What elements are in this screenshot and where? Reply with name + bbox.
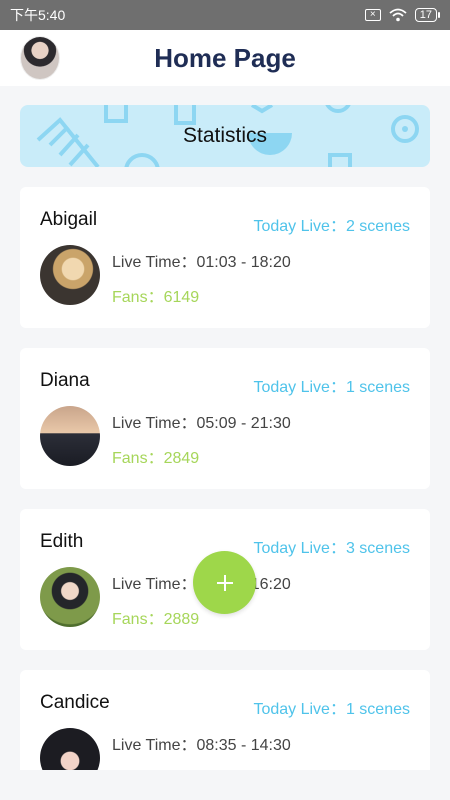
today-live-count: Today Live：1 scenes	[253, 379, 410, 396]
battery-icon: 17	[414, 8, 440, 22]
today-live-count: Today Live：1 scenes	[253, 701, 410, 718]
content[interactable]: Statistics Abigail Today Live：2 scenes L…	[20, 105, 430, 770]
add-button[interactable]	[193, 551, 256, 614]
live-time: Live Time：08:35 - 14:30	[112, 737, 291, 754]
status-bar: 下午5:40 × 17	[0, 0, 450, 30]
plus-icon	[216, 574, 233, 591]
profile-avatar[interactable]	[20, 36, 60, 80]
sim-off-icon: ×	[364, 9, 381, 21]
fans-count: Fans：2889	[112, 611, 200, 628]
status-time: 下午5:40	[10, 7, 66, 23]
fans-count: Fans：6149	[112, 289, 200, 306]
app-header: Home Page	[0, 30, 450, 86]
page-title: Home Page	[154, 42, 296, 73]
streamer-name: Candice	[40, 692, 110, 713]
streamer-card[interactable]: Diana Today Live：1 scenes Live Time：05:0…	[20, 348, 430, 489]
streamer-avatar	[40, 728, 100, 770]
statistics-banner[interactable]: Statistics	[20, 105, 430, 167]
battery-level: 17	[419, 8, 432, 21]
streamer-avatar	[40, 406, 100, 466]
streamer-card[interactable]: Abigail Today Live：2 scenes Live Time：01…	[20, 187, 430, 328]
live-time: Live Time：01:03 - 18:20	[112, 254, 291, 271]
streamer-avatar	[40, 245, 100, 305]
status-icons: × 17	[364, 8, 440, 22]
streamer-name: Edith	[40, 531, 84, 552]
today-live-count: Today Live：2 scenes	[253, 218, 410, 235]
streamer-name: Abigail	[40, 209, 98, 230]
streamer-card[interactable]: Candice Today Live：1 scenes Live Time：08…	[20, 670, 430, 770]
today-live-count: Today Live：3 scenes	[253, 540, 410, 557]
statistics-label: Statistics	[182, 124, 268, 147]
wifi-icon	[389, 8, 407, 22]
fans-count: Fans：2849	[112, 450, 200, 467]
streamer-avatar	[40, 567, 100, 627]
streamer-name: Diana	[40, 370, 90, 391]
live-time: Live Time：05:09 - 21:30	[112, 415, 291, 432]
